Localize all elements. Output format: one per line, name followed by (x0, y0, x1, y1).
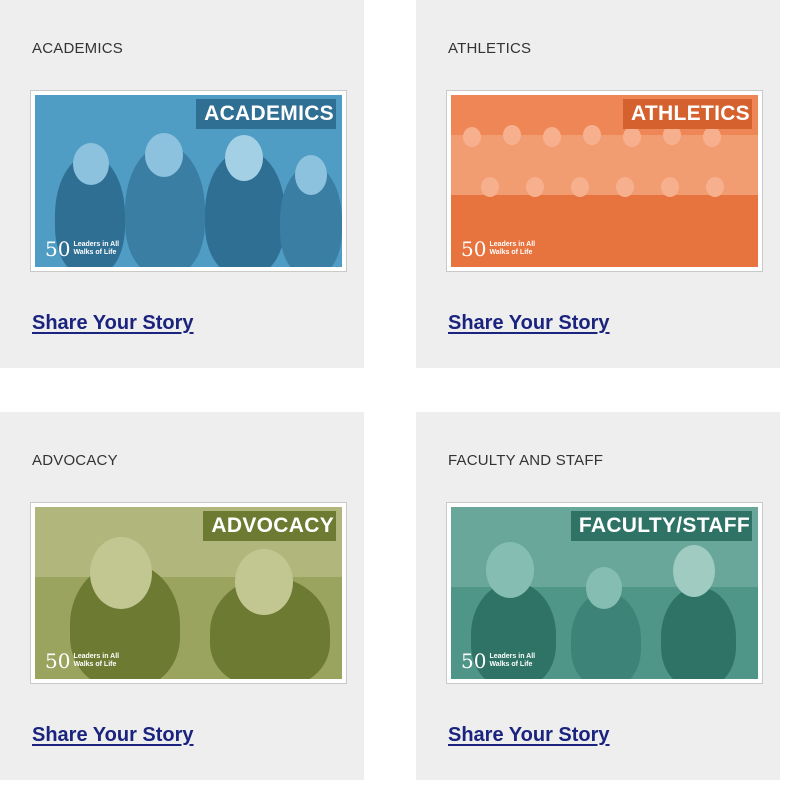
share-your-story-link[interactable]: Share Your Story (32, 724, 194, 747)
story-card-faculty-and-staff: FACULTY AND STAFF FACULTY/STAFF 50 Leader… (416, 412, 780, 780)
image-banner: FACULTY/STAFF (570, 511, 752, 541)
image-banner: ADVOCACY (203, 511, 336, 541)
anniversary-logo: 50 Leaders in All Walks of Life (461, 649, 536, 673)
academics-image[interactable]: ACADEMICS 50 Leaders in All Walks of Life (31, 91, 346, 271)
photo: ACADEMICS 50 Leaders in All Walks of Life (35, 95, 342, 267)
card-title: ATHLETICS (448, 40, 532, 57)
share-your-story-link[interactable]: Share Your Story (32, 312, 194, 335)
advocacy-image[interactable]: ADVOCACY 50 Leaders in All Walks of Life (31, 503, 346, 683)
image-banner: ACADEMICS (196, 99, 336, 129)
card-title: ADVOCACY (32, 452, 118, 469)
card-title: ACADEMICS (32, 40, 123, 57)
story-card-advocacy: ADVOCACY ADVOCACY 50 Leaders in All Walks … (0, 412, 364, 780)
photo: ATHLETICS 50 Leaders in All Walks of Life (451, 95, 758, 267)
anniversary-logo: 50 Leaders in All Walks of Life (461, 237, 536, 261)
anniversary-logo: 50 Leaders in All Walks of Life (45, 237, 120, 261)
faculty-staff-image[interactable]: FACULTY/STAFF 50 Leaders in All Walks of L… (447, 503, 762, 683)
photo: FACULTY/STAFF 50 Leaders in All Walks of L… (451, 507, 758, 679)
card-title: FACULTY AND STAFF (448, 452, 604, 469)
story-card-academics: ACADEMICS ACADEMICS 50 Leaders in All Walk… (0, 0, 364, 368)
athletics-image[interactable]: ATHLETICS 50 Leaders in All Walks of Life (447, 91, 762, 271)
share-your-story-link[interactable]: Share Your Story (448, 724, 610, 747)
story-card-athletics: ATHLETICS ATHLETICS 50 Leaders in All Walk… (416, 0, 780, 368)
anniversary-logo: 50 Leaders in All Walks of Life (45, 649, 120, 673)
image-banner: ATHLETICS (623, 99, 752, 129)
photo: ADVOCACY 50 Leaders in All Walks of Life (35, 507, 342, 679)
share-your-story-link[interactable]: Share Your Story (448, 312, 610, 335)
